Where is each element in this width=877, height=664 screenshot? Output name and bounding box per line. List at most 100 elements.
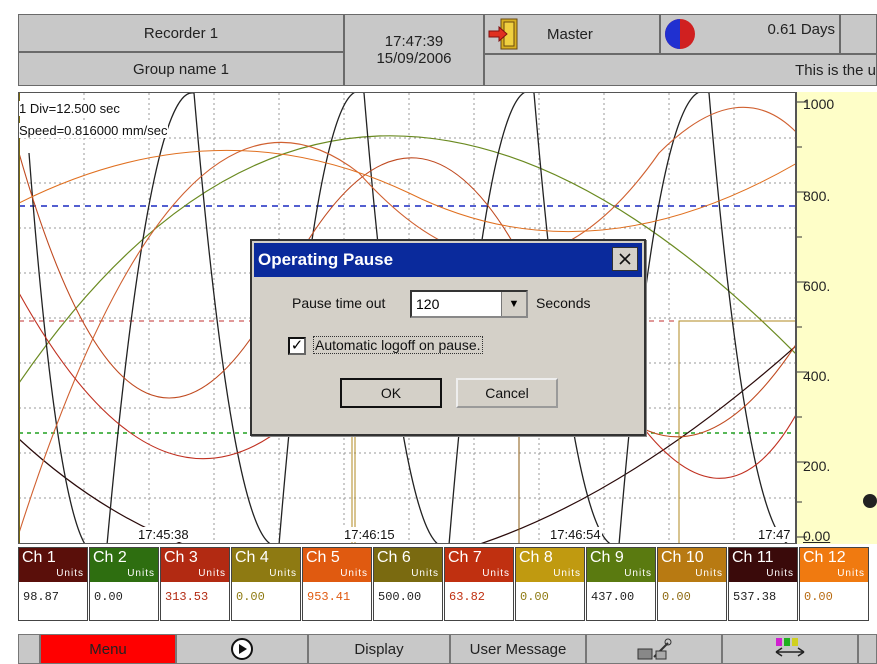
chevron-down-icon[interactable]: ▼	[501, 292, 526, 316]
channel-value: 0.00	[94, 590, 123, 604]
channel-header: Ch 5 Units	[303, 548, 371, 582]
channel-unit: Units	[482, 568, 510, 579]
mbl-icon	[775, 638, 805, 657]
channel-header: Ch 1 Units	[19, 548, 87, 582]
channel-unit: Units	[837, 568, 865, 579]
channel-name: Ch 4	[235, 549, 269, 566]
play-icon	[231, 638, 253, 660]
channel-header: Ch 2 Units	[90, 548, 158, 582]
timestamp-4: 17:47	[757, 527, 792, 542]
channel-unit: Units	[553, 568, 581, 579]
channel-3[interactable]: Ch 3 Units 313.53	[160, 547, 230, 621]
pause-timeout-label: Pause time out	[292, 295, 386, 311]
channel-name: Ch 8	[519, 549, 553, 566]
message-text: This is the u	[795, 61, 876, 79]
menu-button[interactable]: Menu	[40, 634, 176, 664]
channel-7[interactable]: Ch 7 Units 63.82	[444, 547, 514, 621]
channel-10[interactable]: Ch 10 Units 0.00	[657, 547, 727, 621]
channel-2[interactable]: Ch 2 Units 0.00	[89, 547, 159, 621]
auto-logoff-label[interactable]: Automatic logoff on pause.	[313, 336, 483, 354]
trace-ch8	[351, 422, 356, 543]
channel-header: Ch 9 Units	[587, 548, 655, 582]
channel-name: Ch 1	[22, 549, 56, 566]
header-spare	[840, 14, 877, 54]
pause-timeout-value: 120	[416, 296, 440, 312]
channel-unit: Units	[411, 568, 439, 579]
channel-unit: Units	[269, 568, 297, 579]
channel-9[interactable]: Ch 9 Units 437.00	[586, 547, 656, 621]
close-button[interactable]	[612, 247, 638, 271]
channel-unit: Units	[56, 568, 84, 579]
channel-value: 98.87	[23, 590, 60, 604]
channel-name: Ch 3	[164, 549, 198, 566]
scale-ticks	[797, 101, 807, 538]
pause-timeout-select[interactable]: 120 ▼	[410, 290, 528, 318]
scale-label-0: 0.00	[803, 528, 831, 544]
timestamp-1: 17:45:38	[137, 527, 190, 542]
channel-value: 0.00	[662, 590, 691, 604]
channel-header: Ch 12 Units	[800, 548, 868, 582]
clock-date: 15/09/2006	[376, 50, 452, 67]
scale-label-1000: 1000	[803, 96, 835, 112]
channel-value: 437.00	[591, 590, 635, 604]
channel-value: 953.41	[307, 590, 351, 604]
channel-header: Ch 6 Units	[374, 548, 442, 582]
channel-name: Ch 9	[590, 549, 624, 566]
operating-pause-dialog: Operating Pause Pause time out 120 ▼ Sec…	[250, 239, 646, 436]
mbl-button[interactable]	[722, 634, 858, 664]
tools-button[interactable]	[586, 634, 722, 664]
clock: 17:47:39 15/09/2006	[344, 14, 484, 86]
channel-value: 537.38	[733, 590, 777, 604]
toolbar-edge-right	[858, 634, 877, 664]
auto-logoff-checkbox[interactable]: ✓	[288, 337, 306, 355]
channel-header: Ch 4 Units	[232, 548, 300, 582]
channel-12[interactable]: Ch 12 Units 0.00	[799, 547, 869, 621]
days-remaining: 0.61 Days	[767, 21, 835, 38]
channel-unit: Units	[624, 568, 652, 579]
scale-label-600: 600.	[803, 278, 831, 294]
channel-1[interactable]: Ch 1 Units 98.87	[18, 547, 88, 621]
scale-label-200: 200.	[803, 458, 831, 474]
division-info: 1 Div=12.500 sec	[19, 101, 120, 116]
channel-unit: Units	[198, 568, 226, 579]
channel-unit: Units	[127, 568, 155, 579]
channel-name: Ch 2	[93, 549, 127, 566]
cancel-button[interactable]: Cancel	[456, 378, 558, 408]
channel-header: Ch 10 Units	[658, 548, 726, 582]
toolbar-edge	[18, 634, 40, 664]
pen-marker	[863, 494, 877, 508]
play-button[interactable]	[176, 634, 308, 664]
scale-label-800: 800.	[803, 188, 831, 204]
channel-value: 500.00	[378, 590, 422, 604]
channel-11[interactable]: Ch 11 Units 537.38	[728, 547, 798, 621]
channel-header: Ch 3 Units	[161, 548, 229, 582]
channel-8[interactable]: Ch 8 Units 0.00	[515, 547, 585, 621]
channel-name: Ch 7	[448, 549, 482, 566]
channel-5[interactable]: Ch 5 Units 953.41	[302, 547, 372, 621]
scale-label-400: 400.	[803, 368, 831, 384]
user-panel[interactable]: Master	[484, 14, 660, 54]
channel-6[interactable]: Ch 6 Units 500.00	[373, 547, 443, 621]
channel-value: 63.82	[449, 590, 486, 604]
channel-value: 0.00	[804, 590, 833, 604]
seconds-label: Seconds	[536, 295, 591, 311]
clock-time: 17:47:39	[384, 33, 444, 50]
dialog-title: Operating Pause	[258, 250, 394, 269]
channel-4[interactable]: Ch 4 Units 0.00	[231, 547, 301, 621]
channel-name: Ch 12	[803, 549, 846, 566]
channel-name: Ch 10	[661, 549, 704, 566]
channel-unit: Units	[766, 568, 794, 579]
user-message-button[interactable]: User Message	[450, 634, 586, 664]
disk-status: 0.61 Days	[660, 14, 840, 54]
channel-header: Ch 11 Units	[729, 548, 797, 582]
display-button[interactable]: Display	[308, 634, 450, 664]
channel-name: Ch 11	[732, 549, 774, 566]
dialog-title-bar: Operating Pause	[254, 243, 642, 277]
channel-value: 0.00	[236, 590, 265, 604]
channel-header: Ch 7 Units	[445, 548, 513, 582]
timestamp-2: 17:46:15	[343, 527, 396, 542]
ok-button[interactable]: OK	[340, 378, 442, 408]
group-name: Group name 1	[18, 52, 344, 86]
user-name: Master	[547, 25, 593, 43]
channel-header: Ch 8 Units	[516, 548, 584, 582]
